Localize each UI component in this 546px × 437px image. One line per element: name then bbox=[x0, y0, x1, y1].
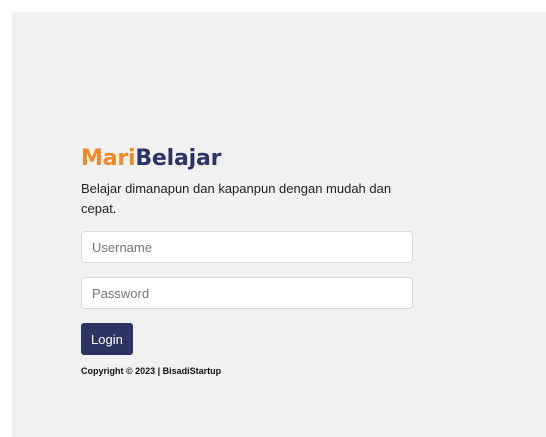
tagline: Belajar dimanapun dan kapanpun dengan mu… bbox=[81, 181, 392, 216]
brand-logo: MariBelajar bbox=[81, 144, 413, 174]
password-input[interactable] bbox=[81, 277, 413, 309]
brand-mari-text: Mari bbox=[81, 146, 136, 171]
brand-belajar-text: Belajar bbox=[135, 146, 222, 171]
login-button[interactable]: Login bbox=[81, 323, 133, 355]
login-panel: MariBelajar Belajar dimanapun dan kapanp… bbox=[81, 144, 413, 377]
copyright-text: Copyright © 2023 | BisadiStartup bbox=[81, 366, 222, 376]
page-background: MariBelajar Belajar dimanapun dan kapanp… bbox=[12, 12, 546, 437]
username-input[interactable] bbox=[81, 231, 413, 263]
